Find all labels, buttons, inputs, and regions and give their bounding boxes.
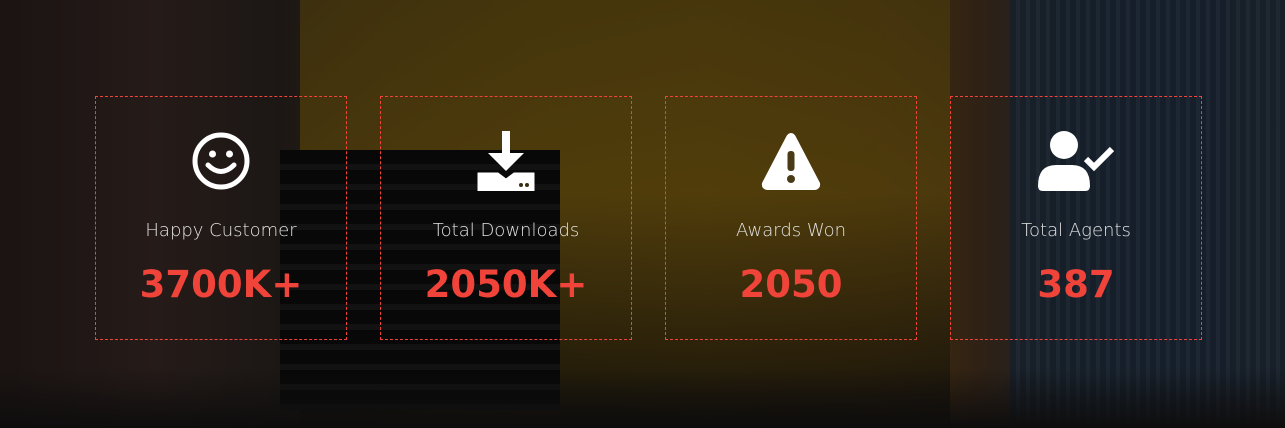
counter-value: 2050K+ <box>424 263 588 306</box>
counter-label: Awards Won <box>735 220 847 241</box>
counter-awards-won: Awards Won 2050 <box>665 96 917 340</box>
counter-total-downloads: Total Downloads 2050K+ <box>380 96 632 340</box>
smile-icon <box>192 132 250 190</box>
user-check-icon <box>1038 131 1114 191</box>
counter-value: 2050 <box>739 263 843 306</box>
warning-icon <box>761 133 821 190</box>
counter-total-agents: Total Agents 387 <box>950 96 1202 340</box>
counter-label: Total Downloads <box>432 220 580 241</box>
counter-label: Happy Customer <box>145 220 297 241</box>
download-icon <box>477 131 535 191</box>
counter-value: 3700K+ <box>139 263 303 306</box>
counter-label: Total Agents <box>1021 220 1131 241</box>
counter-happy-customer: Happy Customer 3700K+ <box>95 96 347 340</box>
counter-section: Happy Customer 3700K+ Total Downloads 20… <box>0 0 1285 428</box>
background-road <box>0 368 1285 428</box>
counter-value: 387 <box>1037 263 1115 306</box>
